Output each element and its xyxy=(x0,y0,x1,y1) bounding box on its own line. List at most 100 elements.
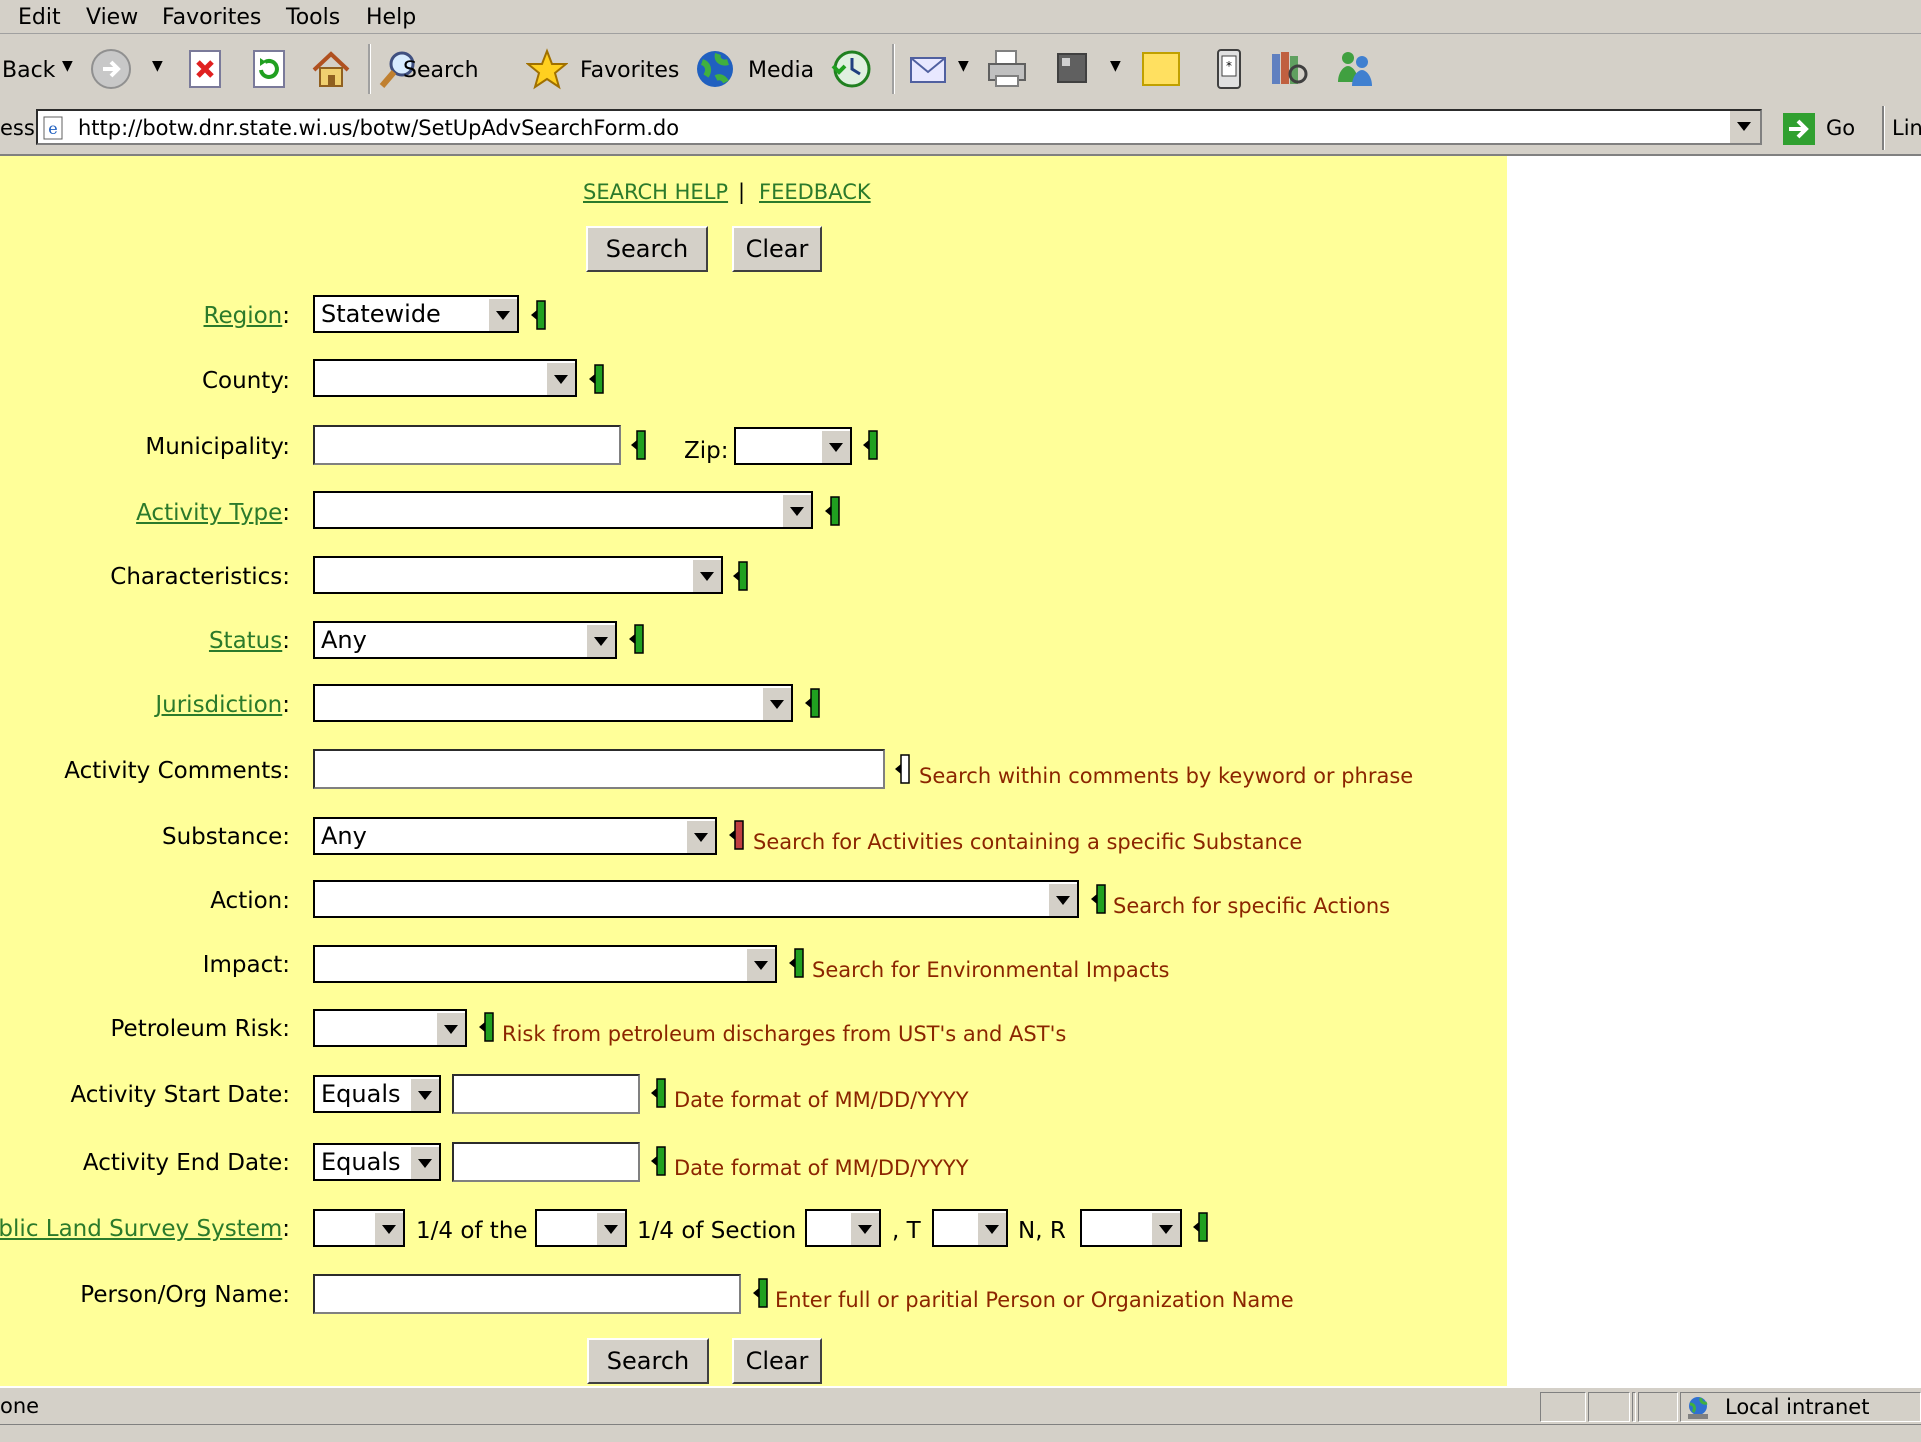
activity-comments-label: Activity Comments: xyxy=(64,758,290,784)
substance-label: Substance: xyxy=(162,824,290,850)
chevron-down-icon xyxy=(418,1159,432,1168)
county-select[interactable] xyxy=(313,359,577,397)
plss-colon: : xyxy=(282,1216,290,1242)
plss-section-select[interactable] xyxy=(805,1209,881,1247)
action-dropdown-button[interactable] xyxy=(1047,882,1077,916)
status-select[interactable]: Any xyxy=(313,621,617,659)
help-arrow-icon[interactable] xyxy=(788,948,804,978)
start-date-hint: Date format of MM/DD/YYYY xyxy=(674,1088,969,1112)
impact-dropdown-button[interactable] xyxy=(745,947,775,981)
zip-select[interactable] xyxy=(734,427,852,465)
action-select[interactable] xyxy=(313,880,1079,918)
plss-text-north-range: N, R xyxy=(1018,1218,1066,1244)
region-dropdown-button[interactable] xyxy=(487,297,517,331)
chevron-down-icon xyxy=(604,1225,618,1234)
help-arrow-icon[interactable] xyxy=(630,430,646,460)
plss-range-select[interactable] xyxy=(1080,1209,1182,1247)
search-button-bottom[interactable]: Search xyxy=(587,1338,709,1384)
status-dropdown-button[interactable] xyxy=(585,623,615,657)
status-link[interactable]: Status xyxy=(209,628,282,654)
plss-township-select[interactable] xyxy=(932,1209,1008,1247)
end-date-operator-select[interactable]: Equals xyxy=(313,1143,441,1181)
help-arrow-icon[interactable] xyxy=(588,364,604,394)
feedback-link[interactable]: FEEDBACK xyxy=(759,180,871,204)
characteristics-select[interactable] xyxy=(313,556,723,594)
person-org-label: Person/Org Name: xyxy=(80,1282,290,1308)
region-link[interactable]: Region xyxy=(204,303,283,329)
help-arrow-icon[interactable] xyxy=(862,430,878,460)
search-button-top[interactable]: Search xyxy=(586,226,708,272)
region-select[interactable]: Statewide xyxy=(313,295,519,333)
jurisdiction-dropdown-button[interactable] xyxy=(761,686,791,720)
jurisdiction-select[interactable] xyxy=(313,684,793,722)
start-date-operator-value: Equals xyxy=(321,1080,401,1108)
plss-section-dropdown-button[interactable] xyxy=(849,1211,879,1245)
help-arrow-icon[interactable] xyxy=(1090,884,1106,914)
end-date-operator-value: Equals xyxy=(321,1148,401,1176)
jurisdiction-label-wrap: Jurisdiction: xyxy=(155,692,290,718)
substance-dropdown-button[interactable] xyxy=(685,819,715,853)
help-arrow-icon[interactable] xyxy=(478,1012,494,1042)
local-intranet-icon xyxy=(1688,1397,1708,1419)
help-arrow-icon[interactable] xyxy=(804,688,820,718)
municipality-input[interactable] xyxy=(313,425,621,465)
petroleum-risk-label: Petroleum Risk: xyxy=(110,1016,291,1042)
plss-link[interactable]: Public Land Survey System xyxy=(0,1216,282,1242)
start-date-operator-dropdown-button[interactable] xyxy=(409,1077,439,1111)
chevron-down-icon xyxy=(418,1091,432,1100)
start-date-operator-select[interactable]: Equals xyxy=(313,1075,441,1113)
end-date-operator-dropdown-button[interactable] xyxy=(409,1145,439,1179)
activity-start-date-input[interactable] xyxy=(452,1074,640,1114)
plss-quarter-dropdown-button-1[interactable] xyxy=(373,1211,403,1245)
action-label: Action: xyxy=(210,888,290,914)
activity-end-date-input[interactable] xyxy=(452,1142,640,1182)
help-arrow-icon[interactable] xyxy=(752,1278,768,1308)
county-dropdown-button[interactable] xyxy=(545,361,575,395)
help-arrow-icon[interactable] xyxy=(650,1146,666,1176)
plss-township-dropdown-button[interactable] xyxy=(976,1211,1006,1245)
plss-quarter-select-2[interactable] xyxy=(535,1209,627,1247)
activity-type-dropdown-button[interactable] xyxy=(781,493,811,527)
help-arrow-icon[interactable] xyxy=(824,496,840,526)
help-arrow-icon[interactable] xyxy=(1192,1212,1208,1242)
plss-range-dropdown-button[interactable] xyxy=(1150,1211,1180,1245)
plss-quarter-dropdown-button-2[interactable] xyxy=(595,1211,625,1245)
status-cell xyxy=(1540,1392,1586,1422)
chevron-down-icon xyxy=(382,1225,396,1234)
substance-select[interactable]: Any xyxy=(313,817,717,855)
petroleum-risk-dropdown-button[interactable] xyxy=(435,1011,465,1045)
chevron-down-icon xyxy=(1056,896,1070,905)
status-value: Any xyxy=(321,626,367,654)
person-org-name-input[interactable] xyxy=(313,1274,741,1314)
action-hint: Search for specific Actions xyxy=(1113,894,1391,918)
county-label: County: xyxy=(202,368,290,394)
activity-start-date-label: Activity Start Date: xyxy=(70,1082,290,1108)
chevron-down-icon xyxy=(829,443,843,452)
plss-quarter-select-1[interactable] xyxy=(313,1209,405,1247)
activity-type-select[interactable] xyxy=(313,491,813,529)
activity-comments-input[interactable] xyxy=(313,749,885,789)
chevron-down-icon xyxy=(444,1025,458,1034)
activity-type-link[interactable]: Activity Type xyxy=(136,500,282,526)
help-arrow-icon[interactable] xyxy=(728,820,744,850)
jurisdiction-link[interactable]: Jurisdiction xyxy=(155,692,282,718)
search-help-link[interactable]: SEARCH HELP xyxy=(583,180,728,204)
chevron-down-icon xyxy=(754,961,768,970)
petroleum-risk-hint: Risk from petroleum discharges from UST'… xyxy=(502,1022,1067,1046)
help-arrow-icon[interactable] xyxy=(650,1078,666,1108)
impact-select[interactable] xyxy=(313,945,777,983)
activity-comments-hint: Search within comments by keyword or phr… xyxy=(919,764,1414,788)
plss-label-wrap: Public Land Survey System: xyxy=(0,1216,290,1242)
petroleum-risk-select[interactable] xyxy=(313,1009,467,1047)
clear-button-top[interactable]: Clear xyxy=(732,226,822,272)
help-arrow-icon[interactable] xyxy=(894,754,910,784)
clear-button-bottom[interactable]: Clear xyxy=(732,1338,822,1384)
zip-dropdown-button[interactable] xyxy=(820,429,850,463)
help-arrow-icon[interactable] xyxy=(628,624,644,654)
characteristics-dropdown-button[interactable] xyxy=(691,558,721,592)
plss-text-quarter-of-the: 1/4 of the xyxy=(416,1218,528,1244)
municipality-label: Municipality: xyxy=(145,434,290,460)
zip-label: Zip: xyxy=(684,438,729,464)
help-arrow-icon[interactable] xyxy=(732,561,748,591)
help-arrow-icon[interactable] xyxy=(530,300,546,330)
